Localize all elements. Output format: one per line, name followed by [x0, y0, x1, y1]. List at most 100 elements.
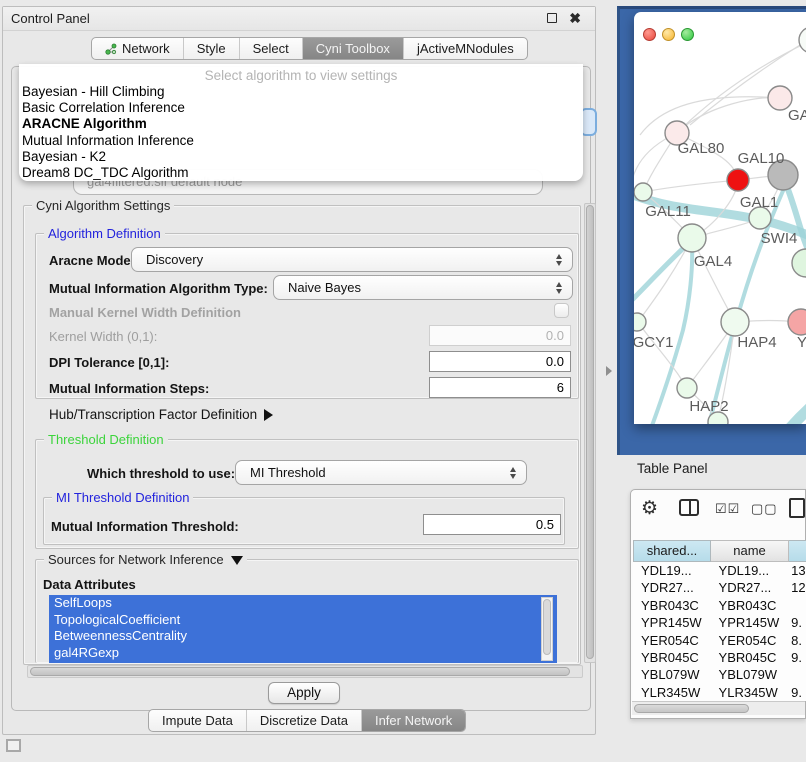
- network-canvas[interactable]: GALGAL80GAL10GAL1GAL11GAL4SWI4GCY1HAP4YH…: [634, 12, 806, 424]
- algorithm-option-bayesian-hill-climbing[interactable]: Bayesian - Hill Climbing: [19, 84, 583, 100]
- dpi-tolerance-field[interactable]: 0.0: [429, 351, 571, 372]
- algorithm-option-bayesian-k2[interactable]: Bayesian - K2: [19, 149, 583, 165]
- table-body: YDL19...YDL19...13YDR27...YDR27...12YBR0…: [633, 562, 806, 701]
- column-header-shared[interactable]: shared...: [633, 540, 711, 562]
- table-cell[interactable]: YBR045C: [711, 649, 789, 666]
- network-node-hap4[interactable]: [721, 308, 749, 336]
- mi-steps-field[interactable]: 6: [429, 377, 571, 398]
- table-row[interactable]: YBL079WYBL079W: [633, 666, 806, 683]
- apply-button[interactable]: Apply: [268, 682, 340, 704]
- attribute-list-scrollbar[interactable]: [541, 597, 553, 661]
- table-row[interactable]: YLR345WYLR345W9.: [633, 684, 806, 701]
- table-cell[interactable]: 9.: [788, 684, 806, 701]
- settings-horizontal-scrollbar[interactable]: [27, 665, 583, 678]
- float-window-icon[interactable]: [547, 13, 557, 23]
- attribute-item-topologicalcoefficient[interactable]: TopologicalCoefficient: [49, 612, 557, 629]
- table-cell[interactable]: YDL19...: [633, 562, 711, 579]
- table-row[interactable]: YDL19...YDL19...13: [633, 562, 806, 579]
- table-cell[interactable]: YER054C: [633, 632, 711, 649]
- splitter-collapse-arrow[interactable]: [606, 366, 612, 376]
- hub-transcription-factor-expander[interactable]: Hub/Transcription Factor Definition: [49, 407, 273, 422]
- columns-icon[interactable]: [679, 499, 699, 516]
- unchecked-pair-icon[interactable]: ▢▢: [751, 501, 778, 517]
- mi-algorithm-type-combo[interactable]: Naive Bayes: [273, 275, 573, 300]
- algorithm-dropdown-header: Select algorithm to view settings: [19, 64, 583, 84]
- table-cell[interactable]: YBR045C: [633, 649, 711, 666]
- network-node-y[interactable]: [788, 309, 806, 335]
- network-node[interactable]: [799, 27, 806, 53]
- table-cell[interactable]: 8.: [788, 632, 806, 649]
- algorithm-option-dream8-dc-tdc-algorithm[interactable]: Dream8 DC_TDC Algorithm: [19, 165, 583, 181]
- minimized-panel-icon[interactable]: [6, 739, 21, 752]
- table-cell[interactable]: YDR27...: [711, 579, 789, 596]
- mi-threshold-field[interactable]: 0.5: [423, 514, 561, 535]
- table-horizontal-scrollbar[interactable]: [632, 701, 805, 715]
- tab-select[interactable]: Select: [240, 38, 303, 59]
- table-cell[interactable]: [788, 666, 806, 683]
- table-cell[interactable]: 12: [788, 579, 806, 596]
- table-cell[interactable]: YBR043C: [633, 597, 711, 614]
- settings-hscroll-thumb[interactable]: [30, 667, 570, 676]
- network-node-hap2[interactable]: [677, 378, 697, 398]
- table-cell[interactable]: 13: [788, 562, 806, 579]
- table-cell[interactable]: YPR145W: [711, 614, 789, 631]
- control-panel-titlebar[interactable]: Control Panel ✖: [3, 7, 595, 31]
- tab-cyni-toolbox[interactable]: Cyni Toolbox: [303, 38, 404, 59]
- table-cell[interactable]: YBR043C: [711, 597, 789, 614]
- algorithm-option-basic-correlation-inference[interactable]: Basic Correlation Inference: [19, 100, 583, 116]
- network-node-swi4[interactable]: [792, 249, 806, 277]
- algorithm-option-mutual-information-inference[interactable]: Mutual Information Inference: [19, 133, 583, 149]
- table-row[interactable]: YPR145WYPR145W9.: [633, 614, 806, 631]
- cyni-bottom-tabs: Impute DataDiscretize DataInfer Network: [148, 709, 466, 732]
- attribute-item-betweennesscentrality[interactable]: BetweennessCentrality: [49, 628, 557, 645]
- algorithm-option-aracne-algorithm[interactable]: ARACNE Algorithm: [19, 116, 583, 132]
- table-row[interactable]: YER054CYER054C8.: [633, 632, 806, 649]
- attribute-item-selfloops[interactable]: SelfLoops: [49, 595, 557, 612]
- sources-group-title[interactable]: Sources for Network Inference: [44, 552, 247, 567]
- table-row[interactable]: YBR045CYBR045C9.: [633, 649, 806, 666]
- network-node[interactable]: [727, 169, 749, 191]
- attribute-list-scroll-thumb[interactable]: [543, 599, 551, 655]
- node-label-gal11: GAL11: [645, 203, 691, 220]
- table-row[interactable]: YBR043CYBR043C: [633, 597, 806, 614]
- aracne-mode-combo[interactable]: Discovery: [131, 247, 573, 272]
- table-cell[interactable]: YBL079W: [711, 666, 789, 683]
- table-row[interactable]: YDR27...YDR27...12: [633, 579, 806, 596]
- network-edge: [640, 97, 780, 135]
- attribute-item-gal4rgexp[interactable]: gal4RGexp: [49, 645, 557, 662]
- tab-jactivemnodules[interactable]: jActiveMNodules: [404, 38, 527, 59]
- table-cell[interactable]: 9.: [788, 614, 806, 631]
- table-cell[interactable]: YBL079W: [633, 666, 711, 683]
- table-cell[interactable]: [788, 597, 806, 614]
- data-attributes-label: Data Attributes: [43, 577, 136, 592]
- bottom-tab-infer-network[interactable]: Infer Network: [362, 710, 465, 731]
- table-cell[interactable]: YLR345W: [633, 684, 711, 701]
- bottom-tab-impute-data[interactable]: Impute Data: [149, 710, 247, 731]
- which-threshold-combo[interactable]: MI Threshold: [235, 460, 527, 485]
- table-cell[interactable]: YER054C: [711, 632, 789, 649]
- network-node-gcy1[interactable]: [634, 313, 646, 331]
- tab-style[interactable]: Style: [184, 38, 240, 59]
- table-hscroll-thumb[interactable]: [634, 704, 749, 713]
- table-cell[interactable]: YPR145W: [633, 614, 711, 631]
- column-header-name[interactable]: name: [711, 540, 789, 562]
- node-label-gal80: GAL80: [678, 140, 725, 157]
- gear-icon[interactable]: ⚙: [641, 499, 658, 518]
- bottom-tab-discretize-data[interactable]: Discretize Data: [247, 710, 362, 731]
- tab-network[interactable]: Network: [92, 38, 184, 59]
- network-node-gal11[interactable]: [634, 183, 652, 201]
- column-header-2[interactable]: [789, 540, 806, 562]
- kernel-width-field[interactable]: 0.0: [429, 325, 571, 346]
- table-cell[interactable]: 9.: [788, 649, 806, 666]
- settings-vscroll-thumb[interactable]: [586, 205, 594, 659]
- table-cell[interactable]: YDL19...: [711, 562, 789, 579]
- table-cell[interactable]: YDR27...: [633, 579, 711, 596]
- close-icon[interactable]: ✖: [569, 10, 581, 27]
- node-label-hap4: HAP4: [737, 334, 776, 351]
- table-cell[interactable]: YLR345W: [711, 684, 789, 701]
- settings-vertical-scrollbar[interactable]: [584, 203, 596, 663]
- checked-pair-icon[interactable]: ☑☑: [715, 501, 740, 517]
- page-icon[interactable]: [789, 498, 805, 518]
- manual-kernel-width-checkbox[interactable]: [554, 303, 569, 318]
- network-node-gal4[interactable]: [678, 224, 706, 252]
